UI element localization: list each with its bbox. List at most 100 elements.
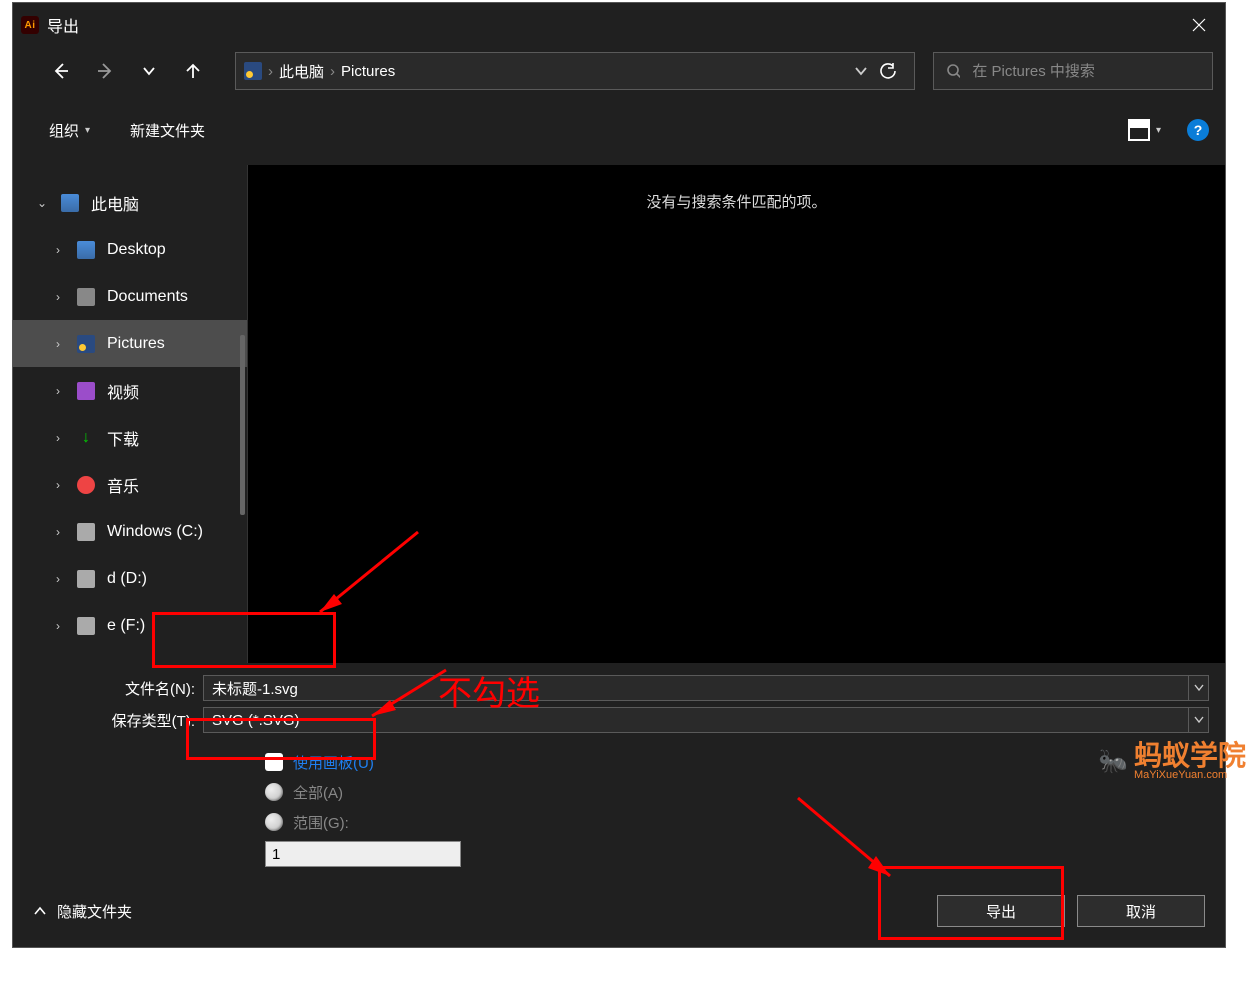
tree-item-this-pc[interactable]: ⌄ 此电脑 <box>13 179 247 226</box>
tree-item-drive-c[interactable]: › Windows (C:) <box>13 508 247 555</box>
nav-forward-button[interactable] <box>85 51 125 91</box>
help-button[interactable]: ? <box>1187 119 1209 141</box>
drive-icon <box>77 570 95 588</box>
tree-item-drive-d[interactable]: › d (D:) <box>13 555 247 602</box>
tree-label: d (D:) <box>107 570 147 588</box>
nav-recent-dropdown[interactable] <box>129 51 169 91</box>
export-dialog: Ai 导出 › 此电脑 › Pictures <box>12 2 1226 948</box>
breadcrumb-item-pictures[interactable]: Pictures <box>341 63 395 80</box>
tree-label: 下载 <box>107 426 139 450</box>
tree-item-pictures[interactable]: › Pictures <box>13 320 247 367</box>
refresh-button[interactable] <box>870 62 906 80</box>
refresh-icon <box>879 62 897 80</box>
tree-item-drive-e[interactable]: › e (F:) <box>13 602 247 649</box>
pictures-folder-icon <box>77 335 95 353</box>
toolbar: 组织 ▾ 新建文件夹 ▾ ? <box>13 95 1225 165</box>
video-folder-icon <box>77 382 95 400</box>
chevron-down-icon <box>1194 715 1204 725</box>
sidebar-scrollbar[interactable] <box>240 335 245 515</box>
empty-message: 没有与搜索条件匹配的项。 <box>248 191 1225 212</box>
new-folder-label: 新建文件夹 <box>130 120 205 141</box>
dialog-title: 导出 <box>47 13 79 37</box>
artboard-range-radio[interactable] <box>265 813 283 831</box>
illustrator-app-icon: Ai <box>21 16 39 34</box>
tree-label: 此电脑 <box>91 191 139 215</box>
breadcrumb-separator: › <box>268 63 273 80</box>
tree-item-music[interactable]: › 音乐 <box>13 461 247 508</box>
caret-down-icon: ▾ <box>1156 125 1161 136</box>
use-artboards-label: 使用画板(U) <box>293 752 374 773</box>
tree-item-downloads[interactable]: › ↓ 下载 <box>13 414 247 461</box>
hide-folders-toggle[interactable]: 隐藏文件夹 <box>33 901 132 922</box>
drive-icon <box>77 523 95 541</box>
filename-input[interactable] <box>203 675 1189 701</box>
arrow-right-icon <box>95 61 115 81</box>
view-mode-icon <box>1128 119 1150 141</box>
use-artboards-checkbox[interactable] <box>265 753 283 771</box>
documents-folder-icon <box>77 288 95 306</box>
desktop-folder-icon <box>77 241 95 259</box>
breadcrumb-bar[interactable]: › 此电脑 › Pictures <box>235 52 915 90</box>
close-icon <box>1192 18 1206 32</box>
nav-back-button[interactable] <box>41 51 81 91</box>
caret-down-icon: ▾ <box>85 125 90 136</box>
artboard-options: 使用画板(U) 全部(A) 范围(G): <box>37 747 1209 837</box>
filetype-dropdown-button[interactable] <box>1189 707 1209 733</box>
tree-label: Pictures <box>107 335 165 353</box>
tree-label: Windows (C:) <box>107 523 203 541</box>
tree-item-desktop[interactable]: › Desktop <box>13 226 247 273</box>
artboard-range-label: 范围(G): <box>293 812 349 833</box>
tree-label: Documents <box>107 288 188 306</box>
view-mode-dropdown[interactable]: ▾ <box>1128 119 1161 141</box>
file-list-pane: 没有与搜索条件匹配的项。 <box>248 165 1225 663</box>
artboard-all-label: 全部(A) <box>293 782 343 803</box>
location-pictures-icon <box>244 62 262 80</box>
chevron-down-icon <box>1194 683 1204 693</box>
chevron-up-icon <box>33 904 47 918</box>
expand-icon[interactable]: › <box>51 478 65 492</box>
tree-label: 音乐 <box>107 473 139 497</box>
search-input[interactable] <box>972 63 1200 80</box>
tree-label: e (F:) <box>107 617 145 635</box>
sidebar-tree: ⌄ 此电脑 › Desktop › Documents › Pictures › <box>13 165 248 663</box>
arrow-left-icon <box>51 61 71 81</box>
tree-label: 视频 <box>107 379 139 403</box>
expand-icon[interactable]: › <box>51 525 65 539</box>
filetype-select[interactable]: SVG (*.SVG) <box>203 707 1189 733</box>
expand-icon[interactable]: › <box>51 619 65 633</box>
filetype-value: SVG (*.SVG) <box>212 712 300 729</box>
pc-icon <box>61 194 79 212</box>
artboard-all-radio[interactable] <box>265 783 283 801</box>
main-area: ⌄ 此电脑 › Desktop › Documents › Pictures › <box>13 165 1225 663</box>
expand-icon[interactable]: › <box>51 572 65 586</box>
filename-dropdown-button[interactable] <box>1189 675 1209 701</box>
nav-up-button[interactable] <box>173 51 213 91</box>
footer: 隐藏文件夹 导出 取消 <box>13 875 1225 947</box>
chevron-down-icon[interactable] <box>854 64 868 78</box>
expand-icon[interactable]: › <box>51 290 65 304</box>
artboard-range-input[interactable] <box>265 841 461 867</box>
expand-icon[interactable]: › <box>51 337 65 351</box>
chevron-down-icon <box>142 64 156 78</box>
form-area: 文件名(N): 保存类型(T): SVG (*.SVG) 使用画板(U) 全部(… <box>13 663 1225 875</box>
organize-menu[interactable]: 组织 ▾ <box>49 120 90 141</box>
export-button[interactable]: 导出 <box>937 895 1065 927</box>
new-folder-button[interactable]: 新建文件夹 <box>130 120 205 141</box>
tree-item-video[interactable]: › 视频 <box>13 367 247 414</box>
tree-item-documents[interactable]: › Documents <box>13 273 247 320</box>
collapse-icon[interactable]: ⌄ <box>35 196 49 210</box>
search-icon <box>946 63 960 79</box>
breadcrumb-item-thispc[interactable]: 此电脑 <box>279 61 324 82</box>
organize-label: 组织 <box>49 120 79 141</box>
expand-icon[interactable]: › <box>51 384 65 398</box>
close-button[interactable] <box>1173 3 1225 47</box>
cancel-button[interactable]: 取消 <box>1077 895 1205 927</box>
nav-row: › 此电脑 › Pictures <box>13 47 1225 95</box>
breadcrumb-separator: › <box>330 63 335 80</box>
drive-icon <box>77 617 95 635</box>
hide-folders-label: 隐藏文件夹 <box>57 901 132 922</box>
expand-icon[interactable]: › <box>51 243 65 257</box>
expand-icon[interactable]: › <box>51 431 65 445</box>
arrow-up-icon <box>183 61 203 81</box>
search-box[interactable] <box>933 52 1213 90</box>
